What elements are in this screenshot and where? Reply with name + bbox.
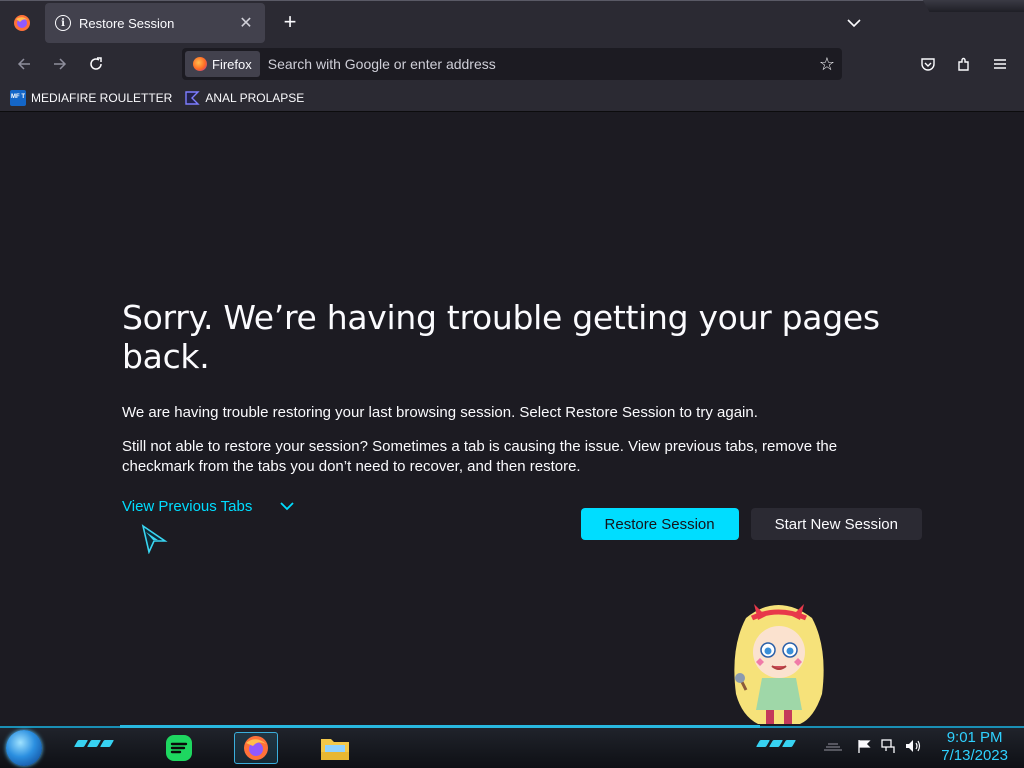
- restore-description: We are having trouble restoring your las…: [122, 404, 758, 421]
- reload-icon: [90, 57, 102, 70]
- mouse-cursor-icon: [140, 524, 168, 559]
- bookmark-star-icon[interactable]: ☆: [812, 54, 842, 75]
- pocket-icon: [921, 58, 935, 71]
- app-menu-button[interactable]: [988, 52, 1012, 76]
- restore-help-text: Still not able to restore your session? …: [122, 438, 838, 475]
- url-bar[interactable]: Firefox ☆: [182, 48, 842, 80]
- firefox-icon: [193, 57, 207, 71]
- bookmark-label: MEDIAFIRE ROULETTER: [31, 90, 173, 105]
- system-tray: [822, 738, 922, 754]
- chevron-down-icon: [847, 19, 861, 28]
- volume-icon[interactable]: [904, 738, 922, 754]
- back-button[interactable]: [12, 52, 36, 76]
- tab-strip: i Restore Session ✕ +: [0, 0, 1024, 44]
- restore-session-button[interactable]: Restore Session: [580, 508, 739, 540]
- forward-button[interactable]: [48, 52, 72, 76]
- session-restore-content: Sorry. We’re having trouble getting your…: [122, 298, 922, 540]
- list-all-tabs-button[interactable]: [842, 11, 866, 35]
- firefox-menu-icon[interactable]: [0, 1, 44, 45]
- identity-label: Firefox: [212, 56, 252, 72]
- info-icon: i: [55, 15, 71, 31]
- desktop-mascot-character: [726, 598, 832, 726]
- forward-arrow-icon: [54, 58, 67, 70]
- extensions-button[interactable]: [952, 52, 976, 76]
- view-previous-tabs-label: View Previous Tabs: [122, 497, 253, 515]
- taskbar-glow-strip: [120, 725, 760, 728]
- firefox-taskbar-icon[interactable]: [234, 732, 278, 764]
- taskbar-clock[interactable]: 9:01 PM 7/13/2023: [941, 729, 1008, 765]
- close-tab-icon[interactable]: ✕: [237, 13, 255, 33]
- bookmark-label: ANAL PROLAPSE: [205, 90, 305, 105]
- clock-date: 7/13/2023: [941, 747, 1008, 764]
- taskbar-decoration: [73, 740, 115, 747]
- show-desktop-icon[interactable]: [822, 738, 844, 754]
- taskbar-decoration: [755, 740, 797, 747]
- clock-time: 9:01 PM: [946, 729, 1003, 746]
- start-new-session-button[interactable]: Start New Session: [750, 508, 922, 540]
- pocket-button[interactable]: [916, 52, 940, 76]
- flag-icon[interactable]: [856, 738, 872, 754]
- reload-button[interactable]: [84, 52, 108, 76]
- bookmark-item[interactable]: ANAL PROLAPSE: [184, 90, 304, 106]
- new-tab-button[interactable]: +: [278, 9, 302, 35]
- action-buttons: Restore Session Start New Session: [580, 508, 922, 540]
- address-input[interactable]: [267, 56, 812, 72]
- nav-bar: Firefox ☆: [0, 44, 1024, 84]
- tab-restore-session[interactable]: i Restore Session ✕: [45, 3, 265, 43]
- bookmarks-toolbar: MF T MEDIAFIRE ROULETTER ANAL PROLAPSE: [0, 84, 1024, 112]
- back-arrow-icon: [17, 58, 30, 70]
- file-explorer-taskbar-icon[interactable]: [318, 732, 352, 764]
- network-icon[interactable]: [880, 738, 896, 754]
- hamburger-menu-icon: [994, 59, 1006, 69]
- start-orb-button[interactable]: [6, 730, 42, 766]
- tab-title: Restore Session: [79, 15, 175, 31]
- sigma-icon: [184, 90, 201, 106]
- chevron-down-icon: [280, 502, 294, 511]
- identity-box[interactable]: Firefox: [185, 51, 260, 77]
- spotify-taskbar-icon[interactable]: [162, 732, 196, 764]
- bookmark-item[interactable]: MF T MEDIAFIRE ROULETTER: [10, 89, 173, 106]
- page-title: Sorry. We’re having trouble getting your…: [122, 298, 880, 376]
- puzzle-icon: [958, 57, 969, 71]
- mediafire-icon: MF T: [10, 89, 26, 106]
- taskbar: 9:01 PM 7/13/2023: [0, 725, 1024, 768]
